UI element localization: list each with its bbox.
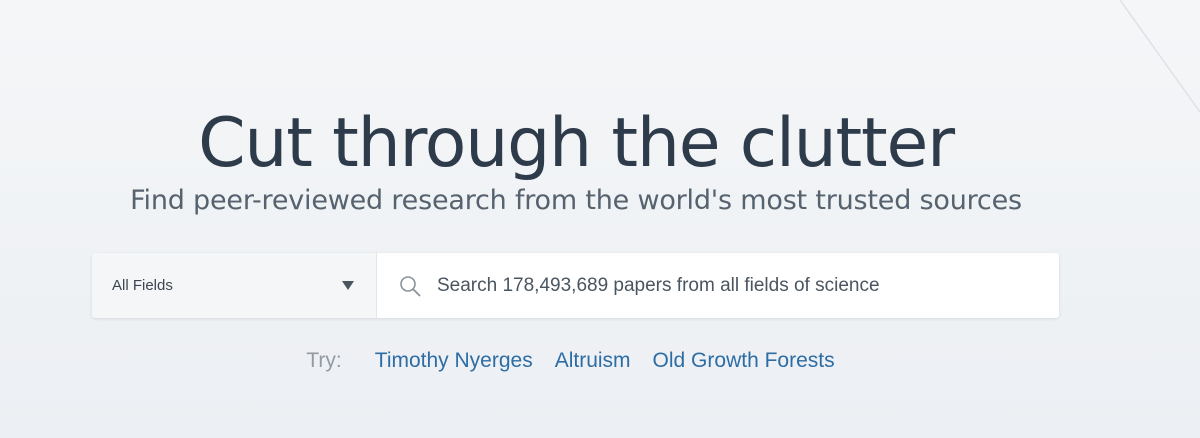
search-bar: All Fields [92, 253, 1059, 318]
page-title: Cut through the clutter [198, 103, 955, 183]
field-select-dropdown[interactable]: All Fields [92, 253, 377, 318]
search-icon [400, 276, 421, 297]
search-input[interactable] [437, 253, 1037, 318]
suggestion-link-altruism[interactable]: Altruism [555, 349, 631, 372]
search-field [377, 253, 1059, 318]
chevron-down-icon [342, 281, 354, 290]
try-label: Try: [306, 349, 342, 372]
page-subtitle: Find peer-reviewed research from the wor… [130, 185, 1022, 216]
suggestion-link-timothy-nyerges[interactable]: Timothy Nyerges [375, 349, 533, 372]
field-select-value: All Fields [112, 277, 173, 294]
suggestion-link-old-growth-forests[interactable]: Old Growth Forests [653, 349, 835, 372]
suggestions-row: Try: Timothy Nyerges Altruism Old Growth Fo… [0, 346, 1152, 376]
